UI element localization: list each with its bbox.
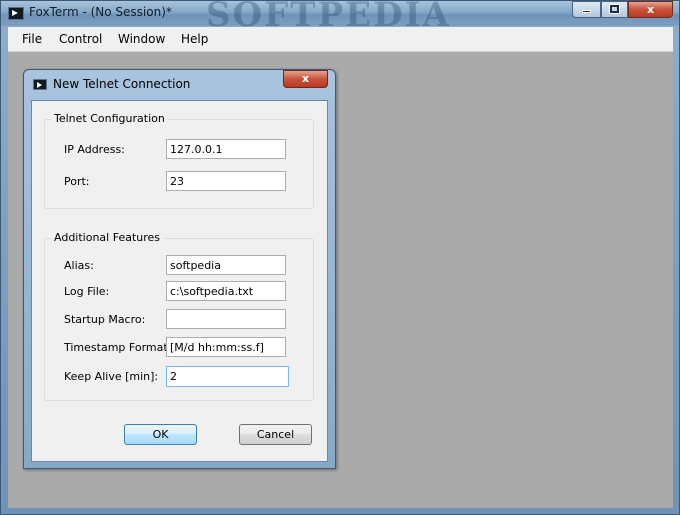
- dialog-title: New Telnet Connection: [53, 77, 191, 91]
- cancel-button[interactable]: Cancel: [239, 424, 312, 445]
- group-title: Additional Features: [51, 231, 164, 244]
- port-input[interactable]: 23: [166, 171, 286, 191]
- window-title: FoxTerm - (No Session)*: [29, 5, 172, 19]
- minimize-icon: [582, 10, 591, 13]
- timestamp-format-label: Timestamp Format:: [64, 341, 172, 354]
- title-bar[interactable]: FoxTerm - (No Session)* SOFTPEDIA x: [1, 0, 679, 35]
- port-label: Port:: [64, 175, 90, 188]
- close-icon: x: [301, 72, 310, 85]
- additional-features-group: Additional Features Alias: softpedia Log…: [44, 231, 314, 401]
- group-title: Telnet Configuration: [51, 112, 168, 125]
- log-file-input[interactable]: c:\softpedia.txt: [166, 281, 286, 301]
- ok-button[interactable]: OK: [124, 424, 197, 445]
- ip-label: IP Address:: [64, 143, 125, 156]
- keep-alive-label: Keep Alive [min]:: [64, 370, 159, 383]
- dialog-close-button[interactable]: x: [283, 70, 328, 88]
- menu-control[interactable]: Control: [59, 32, 102, 46]
- maximize-icon: [610, 5, 619, 13]
- menu-help[interactable]: Help: [181, 32, 208, 46]
- close-button[interactable]: x: [628, 1, 673, 18]
- close-icon: x: [646, 3, 655, 16]
- keep-alive-input[interactable]: 2: [166, 366, 289, 387]
- alias-input[interactable]: softpedia: [166, 255, 286, 275]
- ip-address-input[interactable]: 127.0.0.1: [166, 139, 286, 159]
- telnet-config-group: Telnet Configuration IP Address: 127.0.0…: [44, 112, 314, 209]
- menu-bar: File Control Window Help: [8, 27, 673, 52]
- startup-macro-input[interactable]: [166, 309, 286, 329]
- maximize-button[interactable]: [601, 1, 628, 18]
- terminal-icon: [8, 7, 24, 20]
- terminal-icon: [33, 79, 47, 90]
- new-telnet-dialog: New Telnet Connection x Telnet Configura…: [23, 69, 336, 469]
- alias-label: Alias:: [64, 259, 94, 272]
- menu-window[interactable]: Window: [118, 32, 165, 46]
- dialog-body: Telnet Configuration IP Address: 127.0.0…: [31, 100, 328, 462]
- timestamp-format-input[interactable]: [M/d hh:mm:ss.f]: [166, 337, 286, 357]
- minimize-button[interactable]: [572, 1, 601, 18]
- menu-file[interactable]: File: [22, 32, 42, 46]
- log-file-label: Log File:: [64, 285, 110, 298]
- startup-macro-label: Startup Macro:: [64, 313, 146, 326]
